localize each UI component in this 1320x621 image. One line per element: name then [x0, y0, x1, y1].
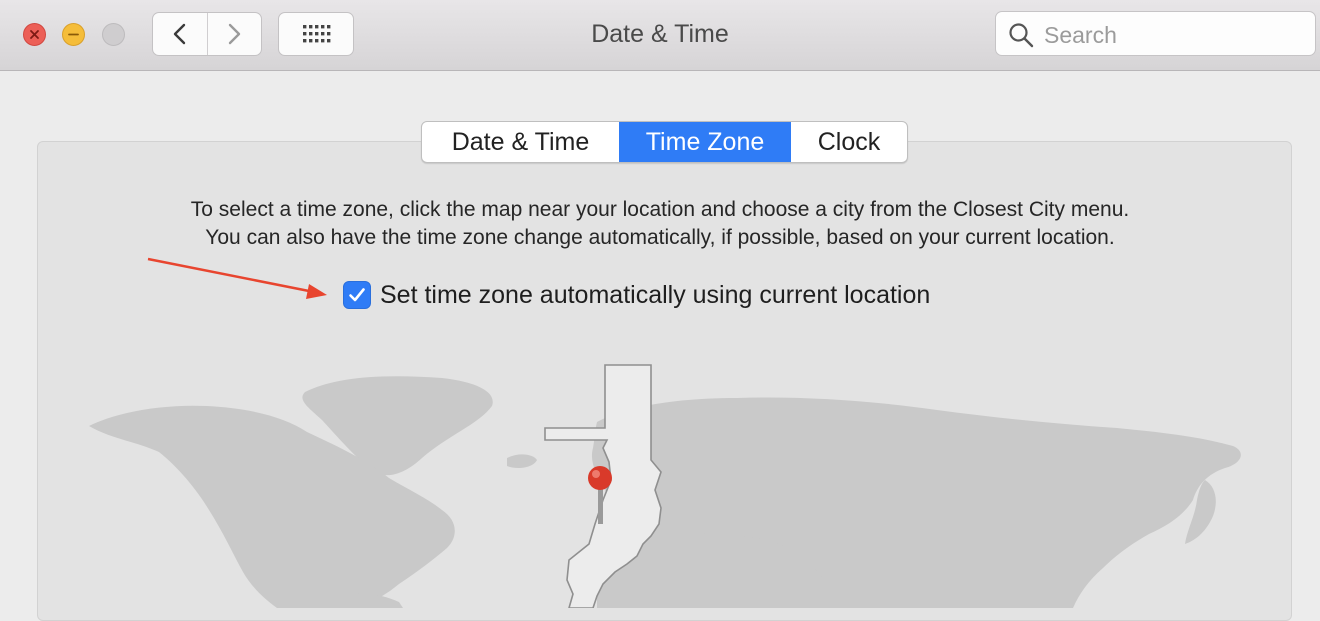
grid-icon	[303, 25, 331, 43]
tab-date-time[interactable]: Date & Time	[422, 122, 619, 162]
auto-timezone-label: Set time zone automatically using curren…	[380, 280, 931, 309]
description-line-1: To select a time zone, click the map nea…	[190, 198, 1130, 221]
back-button[interactable]	[153, 13, 207, 55]
forward-button[interactable]	[206, 13, 262, 55]
continents	[89, 376, 1241, 608]
tab-clock[interactable]: Clock	[791, 122, 907, 162]
close-window-button[interactable]	[23, 23, 46, 46]
window-toolbar: Date & Time	[0, 0, 1320, 71]
checkmark-icon	[349, 288, 365, 302]
description-line-2: You can also have the time zone change a…	[205, 226, 1115, 249]
auto-timezone-option[interactable]: Set time zone automatically using curren…	[343, 280, 930, 310]
search-icon	[1009, 23, 1034, 48]
navigation-buttons	[152, 12, 262, 56]
minimize-icon	[68, 33, 79, 36]
auto-timezone-checkbox[interactable]	[343, 281, 371, 309]
chevron-left-icon	[173, 23, 185, 45]
close-icon	[30, 30, 39, 39]
show-all-button[interactable]	[278, 12, 354, 56]
tab-time-zone[interactable]: Time Zone	[619, 122, 791, 162]
search-field[interactable]	[995, 11, 1316, 56]
minimize-window-button[interactable]	[62, 23, 85, 46]
search-input[interactable]	[1042, 18, 1306, 52]
world-map[interactable]	[37, 340, 1277, 608]
tab-bar: Date & Time Time Zone Clock	[421, 121, 908, 163]
zoom-window-button[interactable]	[102, 23, 125, 46]
chevron-right-icon	[229, 23, 241, 45]
